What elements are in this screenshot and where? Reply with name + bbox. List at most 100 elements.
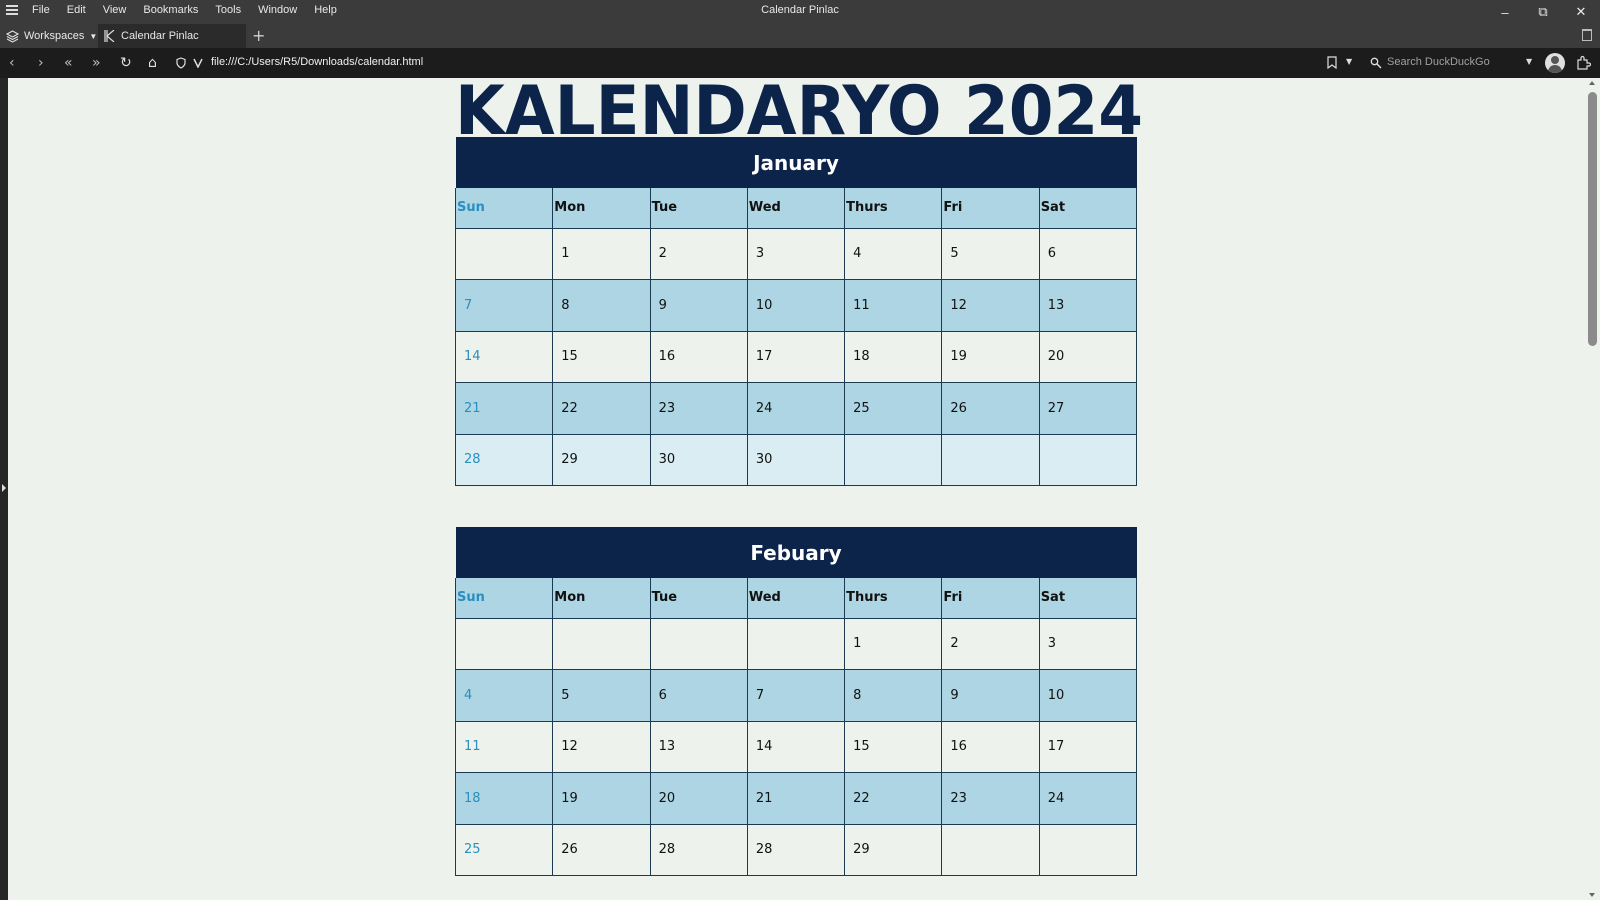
day-cell: 19	[552, 772, 651, 825]
day-cell	[649, 618, 748, 670]
day-cell: 20	[649, 772, 748, 825]
reload-icon[interactable]: ↻	[120, 54, 132, 72]
weekday-header: Tue	[649, 188, 748, 229]
menu-bar: File Edit View Bookmarks Tools Window He…	[32, 4, 337, 16]
menu-window[interactable]: Window	[258, 4, 297, 16]
week-row: 14 15 16 17 18 19 20	[454, 331, 1138, 383]
search-engine-icon[interactable]	[1370, 57, 1382, 69]
day-cell: 24	[1038, 772, 1138, 825]
day-cell: 4	[844, 228, 943, 280]
address-bar[interactable]: file:///C:/Users/R5/Downloads/calendar.h…	[211, 56, 423, 68]
day-cell: 23	[649, 382, 748, 435]
menu-tools[interactable]: Tools	[215, 4, 241, 16]
side-panel-toggle[interactable]	[0, 78, 8, 900]
chevron-down-icon: ▼	[89, 31, 98, 41]
day-cell: 28	[649, 824, 748, 876]
weekday-header: Wed	[746, 188, 845, 229]
menu-view[interactable]: View	[103, 4, 127, 16]
weekday-header: Sat	[1038, 188, 1138, 229]
day-cell: 9	[941, 669, 1040, 722]
day-cell: 23	[941, 772, 1040, 825]
day-cell: 15	[552, 331, 651, 383]
title-bar: File Edit View Bookmarks Tools Window He…	[0, 0, 1600, 22]
day-cell: 27	[1038, 382, 1138, 435]
day-cell: 16	[941, 721, 1040, 773]
scroll-down-arrow-icon[interactable]	[1589, 893, 1595, 897]
day-cell: 7	[454, 279, 554, 332]
week-row: 7 8 9 10 11 12 13	[454, 279, 1138, 332]
day-cell: 10	[746, 279, 846, 332]
minimize-icon[interactable]: –	[1486, 0, 1524, 24]
restore-icon[interactable]: ⧉	[1524, 0, 1562, 24]
forward-icon[interactable]: ›	[38, 54, 44, 72]
day-cell: 10	[1038, 669, 1138, 722]
day-cell: 3	[746, 228, 846, 280]
day-cell	[844, 434, 943, 486]
home-icon[interactable]: ⌂	[148, 54, 157, 72]
day-cell: 21	[746, 772, 846, 825]
day-cell: 2	[649, 228, 748, 280]
january-calendar: January Sun Mon Tue Wed Thurs Fri Sat 1 2 3 4 5 6 7 8 9 1…	[454, 137, 1138, 486]
day-cell: 2	[941, 618, 1040, 670]
bookmark-icon[interactable]	[1327, 56, 1337, 69]
rewind-icon[interactable]: «	[64, 54, 73, 72]
day-cell: 13	[649, 721, 748, 773]
close-icon[interactable]: ✕	[1562, 0, 1600, 24]
day-cell: 17	[1038, 721, 1138, 773]
menu-edit[interactable]: Edit	[67, 4, 86, 16]
menu-bookmarks[interactable]: Bookmarks	[143, 4, 198, 16]
day-cell: 5	[941, 228, 1040, 280]
day-cell: 28	[454, 434, 554, 486]
month-title: January	[455, 137, 1137, 188]
extensions-puzzle-icon[interactable]	[1576, 55, 1591, 70]
day-cell: 15	[844, 721, 943, 773]
day-cell: 22	[552, 382, 651, 435]
search-dropdown-icon[interactable]: ▼	[1526, 57, 1532, 66]
weekday-header: Thurs	[844, 188, 942, 229]
day-cell: 5	[552, 669, 651, 722]
day-cell: 8	[552, 279, 651, 332]
back-icon[interactable]: ‹	[9, 54, 15, 72]
new-tab-plus-icon[interactable]: +	[252, 26, 265, 45]
day-cell: 26	[941, 382, 1040, 435]
week-row: 123	[454, 618, 1138, 670]
day-cell: 30	[649, 434, 748, 486]
day-cell: 18	[844, 331, 943, 383]
day-cell: 26	[552, 824, 651, 876]
profile-avatar-icon[interactable]	[1545, 53, 1565, 73]
workspaces-button[interactable]: Workspaces ▼	[6, 27, 97, 45]
hamburger-menu-icon[interactable]	[6, 5, 18, 15]
day-cell: 18	[454, 772, 554, 825]
trash-icon[interactable]	[1582, 29, 1592, 41]
day-cell	[1038, 824, 1138, 876]
day-cell: 7	[746, 669, 846, 722]
tab-calendar-pinlac[interactable]: Calendar Pinlac	[98, 24, 246, 48]
day-cell: 22	[844, 772, 943, 825]
day-cell: 25	[454, 824, 554, 876]
menu-file[interactable]: File	[32, 4, 50, 16]
day-cell: 14	[746, 721, 846, 773]
day-cell: 24	[746, 382, 846, 435]
page-heading: KALENDARYO 2024	[455, 81, 1143, 137]
search-input[interactable]: Search DuckDuckGo	[1387, 56, 1490, 68]
vertical-scrollbar[interactable]	[1585, 78, 1600, 900]
day-cell: 14	[454, 331, 554, 383]
weekday-header: Sun	[454, 578, 553, 619]
weekday-header: Sun	[454, 188, 553, 229]
scrollbar-thumb[interactable]	[1588, 92, 1597, 346]
shield-icon[interactable]	[176, 57, 186, 69]
vivaldi-v-icon[interactable]	[193, 58, 203, 68]
day-cell: 19	[941, 331, 1040, 383]
week-row: 28 29 30 30	[454, 434, 1138, 486]
day-cell: 4	[454, 669, 554, 722]
day-cell: 29	[844, 824, 943, 876]
heading-text: KALENDARYO 2024	[455, 81, 1143, 137]
menu-help[interactable]: Help	[314, 4, 337, 16]
day-cell: 8	[844, 669, 943, 722]
bookmark-dropdown-icon[interactable]: ▼	[1346, 57, 1352, 66]
weekday-header: Thurs	[844, 578, 942, 619]
day-cell: 16	[649, 331, 748, 383]
february-calendar: Febuary Sun Mon Tue Wed Thurs Fri Sat 1 2 3 4 5 6 7 8 9 1…	[454, 527, 1138, 876]
fast-forward-icon[interactable]: »	[92, 54, 101, 72]
scroll-up-arrow-icon[interactable]	[1589, 81, 1595, 85]
